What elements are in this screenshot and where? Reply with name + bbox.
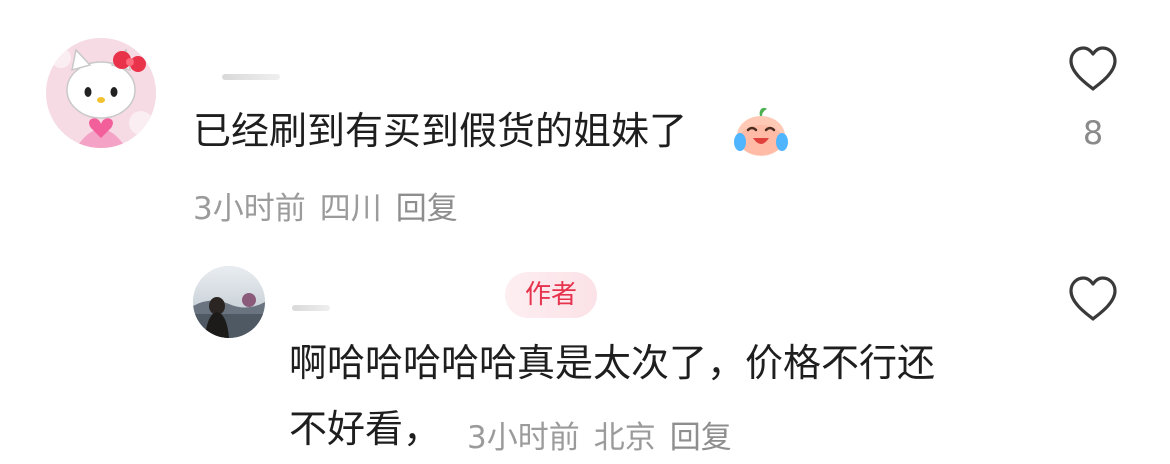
- crying-laughing-emoji-icon: [732, 104, 790, 158]
- comment-meta: 3小时前 四川 回复: [193, 183, 458, 228]
- comment-body: 已经刷到有买到假货的姐妹了: [193, 109, 688, 153]
- reply-avatar[interactable]: [193, 266, 265, 338]
- reply-reply-button[interactable]: 回复: [670, 420, 732, 456]
- comment-time: 3小时前: [193, 191, 306, 227]
- like-heart-icon[interactable]: [1067, 45, 1119, 93]
- reply-location: 北京: [593, 420, 656, 456]
- hello-kitty-avatar-icon: [46, 38, 156, 148]
- reply-text-line-1: 啊哈哈哈哈哈真是太次了，价格不行还: [289, 341, 936, 385]
- avatar[interactable]: [46, 38, 156, 148]
- person-photo-avatar-icon: [193, 266, 265, 338]
- comment-text: 已经刷到有买到假货的姐妹了: [193, 107, 687, 155]
- author-badge: 作者: [505, 272, 598, 318]
- reply-text-line-2: 不好看，: [289, 407, 442, 451]
- reply-meta: 3小时前 北京 回复: [467, 412, 732, 457]
- reply-button[interactable]: 回复: [396, 191, 458, 227]
- reply-username[interactable]: [292, 305, 330, 311]
- reply-like-heart-icon[interactable]: [1067, 275, 1119, 323]
- username[interactable]: [222, 74, 280, 80]
- reply-time: 3小时前: [467, 420, 580, 456]
- comment-location: 四川: [319, 191, 382, 227]
- like-count: 8: [1082, 114, 1104, 152]
